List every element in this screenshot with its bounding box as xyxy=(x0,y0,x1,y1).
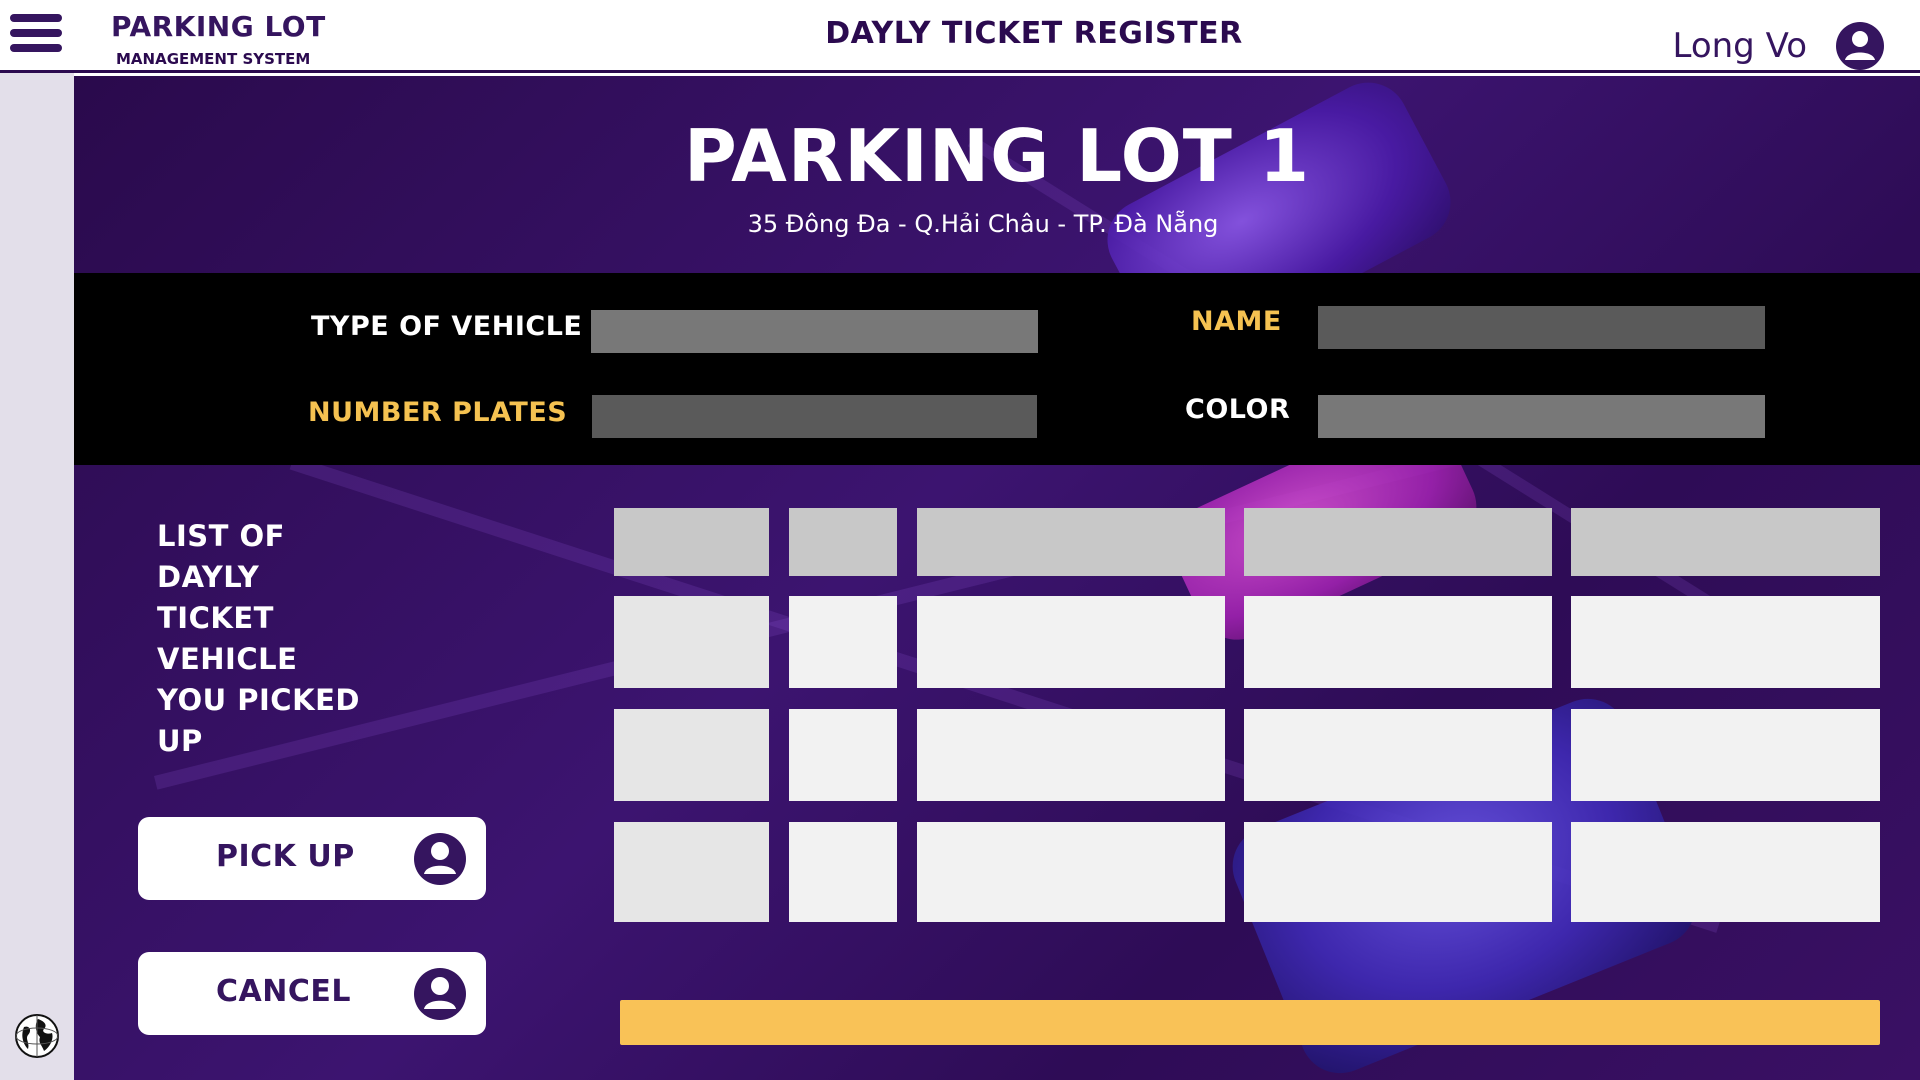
cancel-button[interactable]: CANCEL xyxy=(138,952,486,1035)
table-cell[interactable] xyxy=(614,596,769,688)
table-header-cell xyxy=(1244,508,1552,576)
main-panel: PARKING LOT 1 35 Đông Đa - Q.Hải Châu - … xyxy=(74,76,1920,1080)
lot-address: 35 Đông Đa - Q.Hải Châu - TP. Đà Nẵng xyxy=(747,210,1219,238)
table-cell[interactable] xyxy=(917,709,1225,801)
list-label-line: TICKET xyxy=(157,601,274,635)
color-input[interactable] xyxy=(1318,395,1765,438)
table-cell[interactable] xyxy=(1244,596,1552,688)
user-avatar-icon[interactable] xyxy=(1834,20,1886,72)
pick-up-button[interactable]: PICK UP xyxy=(138,817,486,900)
name-label: NAME xyxy=(1191,306,1282,337)
table-cell[interactable] xyxy=(789,709,897,801)
top-bar: PARKING LOT MANAGEMENT SYSTEM DAYLY TICK… xyxy=(0,0,1920,73)
table-cell[interactable] xyxy=(789,822,897,922)
table-header-cell xyxy=(917,508,1225,576)
table-cell[interactable] xyxy=(917,822,1225,922)
table-header-cell xyxy=(614,508,769,576)
number-plates-input[interactable] xyxy=(592,395,1037,438)
table-cell[interactable] xyxy=(1244,822,1552,922)
cancel-label: CANCEL xyxy=(216,974,351,1009)
table-cell[interactable] xyxy=(614,709,769,801)
vehicle-form: TYPE OF VEHICLE NAME NUMBER PLATES COLOR xyxy=(74,273,1920,465)
table-cell[interactable] xyxy=(1571,709,1880,801)
table-cell[interactable] xyxy=(789,596,897,688)
user-icon xyxy=(414,833,466,885)
list-label-line: VEHICLE xyxy=(157,642,298,676)
user-name[interactable]: Long Vo xyxy=(1672,26,1807,66)
sidebar xyxy=(0,73,74,1080)
table-cell[interactable] xyxy=(1571,822,1880,922)
list-label-line: LIST OF xyxy=(157,519,285,553)
list-label-line: YOU PICKED xyxy=(157,683,360,717)
type-of-vehicle-label: TYPE OF VEHICLE xyxy=(311,311,583,342)
type-of-vehicle-input[interactable] xyxy=(591,310,1038,353)
list-label: LIST OF DAYLY TICKET VEHICLE YOU PICKED … xyxy=(157,516,387,762)
table-cell[interactable] xyxy=(1244,709,1552,801)
color-label: COLOR xyxy=(1185,394,1291,425)
list-label-line: UP xyxy=(157,724,203,758)
table-cell[interactable] xyxy=(1571,596,1880,688)
progress-bar xyxy=(620,1000,1880,1045)
globe-icon[interactable] xyxy=(14,1013,60,1059)
user-icon xyxy=(414,968,466,1020)
pick-up-label: PICK UP xyxy=(216,839,355,874)
page-heading: DAYLY TICKET REGISTER xyxy=(825,16,1243,51)
table-cell[interactable] xyxy=(917,596,1225,688)
table-header-cell xyxy=(1571,508,1880,576)
table-header-cell xyxy=(789,508,897,576)
list-label-line: DAYLY xyxy=(157,560,260,594)
table-cell[interactable] xyxy=(614,822,769,922)
name-input[interactable] xyxy=(1318,306,1765,349)
number-plates-label: NUMBER PLATES xyxy=(308,397,568,428)
lot-title: PARKING LOT 1 xyxy=(683,114,1311,198)
brand-subtitle: MANAGEMENT SYSTEM xyxy=(116,50,311,68)
